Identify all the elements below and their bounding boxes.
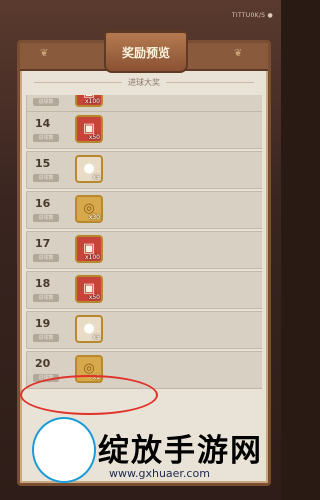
rank-tag: 进球数 <box>33 98 59 106</box>
reward-item-icon[interactable]: ▣x100 <box>75 95 103 107</box>
reward-item-icon[interactable]: ● x5 <box>75 315 103 343</box>
reward-row: 19 进球数 ● x5 <box>26 311 262 349</box>
fish-ornament-icon: ❦ <box>234 48 243 59</box>
item-quantity: x30 <box>88 214 100 221</box>
item-quantity: x5 <box>92 174 100 181</box>
rank-number: 16 <box>35 197 51 210</box>
rank-number: 15 <box>35 157 51 170</box>
divider <box>166 81 254 83</box>
octopus-logo-icon <box>32 417 96 483</box>
item-quantity: x50 <box>88 294 100 301</box>
reward-row: 18 进球数 ▣ x50 <box>26 271 262 309</box>
rank-number: 20 <box>35 357 51 370</box>
watermark-title: 绽放手游网 <box>98 433 263 469</box>
reward-item-icon[interactable]: ● x5 <box>75 155 103 183</box>
item-quantity: x5 <box>92 334 100 341</box>
reward-item-icon[interactable]: ▣ x50 <box>75 115 103 143</box>
panel-title: 奖励预览 <box>121 45 170 60</box>
rank-tag: 进球数 <box>33 134 59 142</box>
reward-row: 15 进球数 ● x5 <box>26 151 262 189</box>
rank-tag: 进球数 <box>33 254 59 262</box>
watermark: 绽放手游网 www.gxhuaer.com <box>18 405 268 495</box>
rank-number: 18 <box>35 277 51 290</box>
watermark-url: www.gxhuaer.com <box>109 467 210 480</box>
reward-row: 14 进球数 ▣ x50 <box>26 111 262 149</box>
reward-item-icon[interactable]: ▣ x50 <box>75 275 103 303</box>
section-title: 进球大奖 <box>128 77 160 87</box>
rank-number: 17 <box>35 237 51 250</box>
item-quantity: x50 <box>88 134 100 141</box>
divider <box>34 81 122 83</box>
section-header: 进球大奖 <box>28 73 260 91</box>
item-quantity: x100 <box>84 254 100 261</box>
rank-tag: 进球数 <box>33 294 59 302</box>
reward-item-icon[interactable]: ◎ x30 <box>75 195 103 223</box>
rank-tag: 进球数 <box>33 334 59 342</box>
rank-number: 14 <box>35 117 51 130</box>
rank-number: 19 <box>35 317 51 330</box>
status-indicator: TITTU0K/S ● <box>231 12 273 19</box>
item-quantity: x100 <box>84 98 100 105</box>
fish-ornament-icon: ❦ <box>40 48 49 59</box>
reward-item-icon[interactable]: ▣x100 <box>75 235 103 263</box>
reward-row: 17 进球数 ▣ x100 <box>26 231 262 269</box>
rank-tag: 进球数 <box>33 174 59 182</box>
title-banner: 奖励预览 <box>104 31 188 73</box>
reward-row: 16 进球数 ◎ x30 <box>26 191 262 229</box>
rank-tag: 进球数 <box>33 214 59 222</box>
